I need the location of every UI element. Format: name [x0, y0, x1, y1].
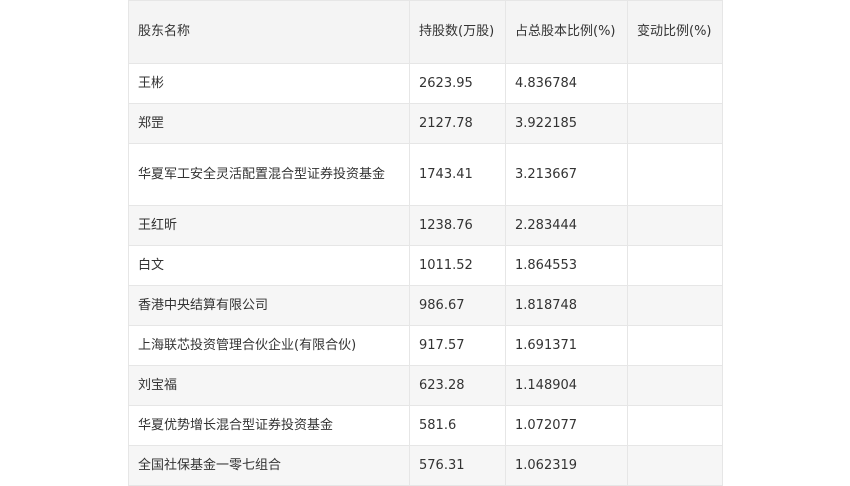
- cell-share-percentage: 1.062319: [505, 445, 628, 486]
- table-header-row: 股东名称 持股数(万股) 占总股本比例(%) 变动比例(%): [128, 0, 723, 64]
- header-share-percentage: 占总股本比例(%): [505, 0, 628, 64]
- cell-share-percentage: 1.691371: [505, 325, 628, 366]
- table-row: 上海联芯投资管理合伙企业(有限合伙) 917.57 1.691371: [128, 325, 723, 366]
- shareholder-table: 股东名称 持股数(万股) 占总股本比例(%) 变动比例(%) 王彬 2623.95…: [128, 0, 723, 486]
- cell-shares: 1238.76: [409, 205, 506, 246]
- header-change-ratio: 变动比例(%): [627, 0, 723, 64]
- cell-shares: 986.67: [409, 285, 506, 326]
- cell-change-ratio: [627, 325, 723, 366]
- table-row: 郑罡 2127.78 3.922185: [128, 103, 723, 144]
- table-row: 全国社保基金一零七组合 576.31 1.062319: [128, 445, 723, 486]
- cell-shareholder-name: 华夏优势增长混合型证券投资基金: [128, 405, 410, 446]
- cell-shareholder-name: 刘宝福: [128, 365, 410, 406]
- cell-shareholder-name: 王红昕: [128, 205, 410, 246]
- cell-change-ratio: [627, 405, 723, 446]
- cell-share-percentage: 3.213667: [505, 143, 628, 206]
- cell-change-ratio: [627, 365, 723, 406]
- cell-shares: 623.28: [409, 365, 506, 406]
- cell-change-ratio: [627, 103, 723, 144]
- cell-share-percentage: 2.283444: [505, 205, 628, 246]
- cell-shareholder-name: 上海联芯投资管理合伙企业(有限合伙): [128, 325, 410, 366]
- cell-share-percentage: 3.922185: [505, 103, 628, 144]
- cell-change-ratio: [627, 205, 723, 246]
- cell-shares: 917.57: [409, 325, 506, 366]
- cell-change-ratio: [627, 445, 723, 486]
- header-shareholder-name: 股东名称: [128, 0, 410, 64]
- cell-share-percentage: 1.072077: [505, 405, 628, 446]
- cell-shareholder-name: 香港中央结算有限公司: [128, 285, 410, 326]
- cell-shares: 576.31: [409, 445, 506, 486]
- cell-change-ratio: [627, 245, 723, 286]
- cell-share-percentage: 1.148904: [505, 365, 628, 406]
- table-row: 刘宝福 623.28 1.148904: [128, 365, 723, 406]
- table-row: 白文 1011.52 1.864553: [128, 245, 723, 286]
- cell-shareholder-name: 华夏军工安全灵活配置混合型证券投资基金: [128, 143, 410, 206]
- cell-shares: 2623.95: [409, 63, 506, 104]
- cell-shareholder-name: 王彬: [128, 63, 410, 104]
- table-body: 股东名称 持股数(万股) 占总股本比例(%) 变动比例(%) 王彬 2623.95…: [128, 0, 723, 486]
- table-row: 华夏优势增长混合型证券投资基金 581.6 1.072077: [128, 405, 723, 446]
- cell-shares: 2127.78: [409, 103, 506, 144]
- cell-change-ratio: [627, 285, 723, 326]
- cell-share-percentage: 1.818748: [505, 285, 628, 326]
- table-row: 王彬 2623.95 4.836784: [128, 63, 723, 104]
- cell-shareholder-name: 全国社保基金一零七组合: [128, 445, 410, 486]
- cell-shareholder-name: 郑罡: [128, 103, 410, 144]
- cell-change-ratio: [627, 143, 723, 206]
- cell-shareholder-name: 白文: [128, 245, 410, 286]
- table-row: 香港中央结算有限公司 986.67 1.818748: [128, 285, 723, 326]
- cell-change-ratio: [627, 63, 723, 104]
- cell-shares: 1743.41: [409, 143, 506, 206]
- cell-shares: 581.6: [409, 405, 506, 446]
- header-shares: 持股数(万股): [409, 0, 506, 64]
- cell-shares: 1011.52: [409, 245, 506, 286]
- table-row: 华夏军工安全灵活配置混合型证券投资基金 1743.41 3.213667: [128, 143, 723, 206]
- cell-share-percentage: 4.836784: [505, 63, 628, 104]
- cell-share-percentage: 1.864553: [505, 245, 628, 286]
- table-row: 王红昕 1238.76 2.283444: [128, 205, 723, 246]
